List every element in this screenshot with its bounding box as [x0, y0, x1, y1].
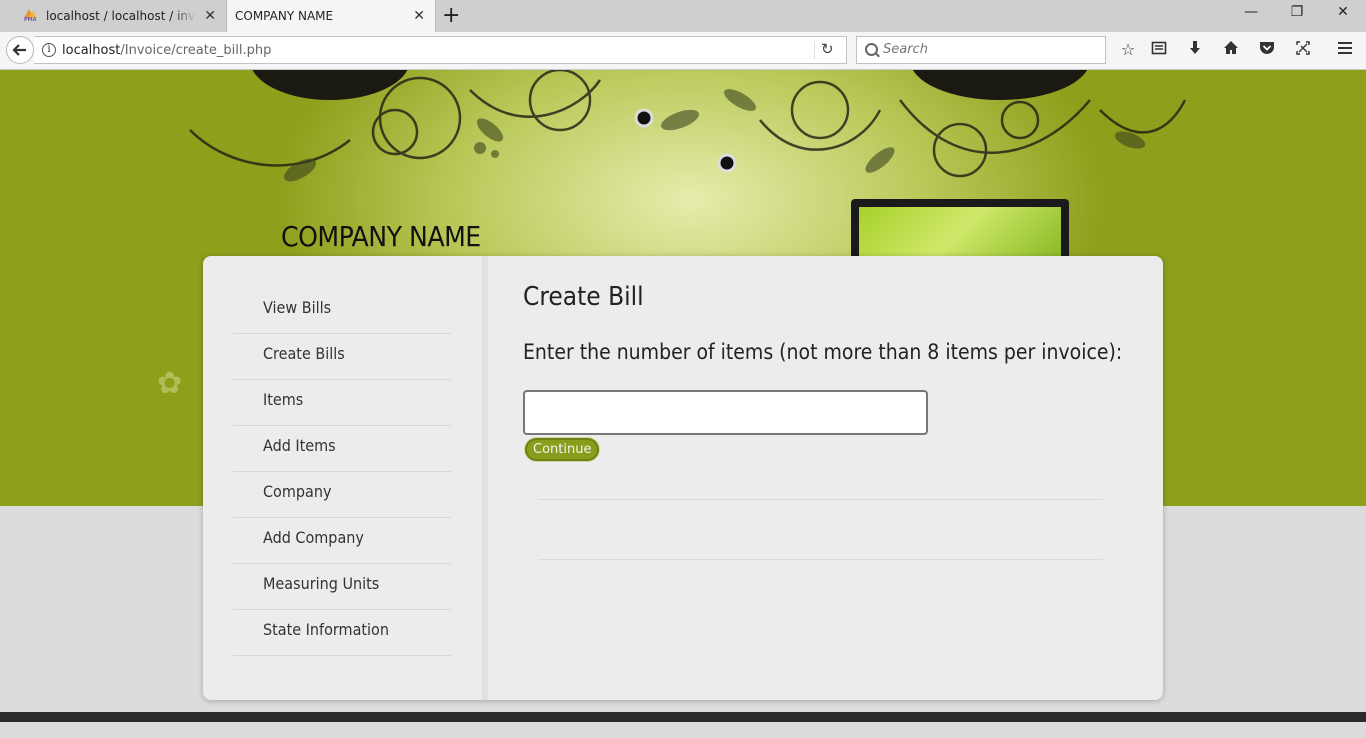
sidebar-item-measuring-units: Measuring Units	[233, 564, 451, 610]
site-info-icon[interactable]: i	[42, 43, 56, 57]
window-close-button[interactable]: ✕	[1333, 4, 1353, 20]
tab-label: localhost / localhost / invoic	[46, 9, 196, 23]
company-name-heading: COMPANY NAME	[281, 220, 481, 253]
nav-link-add-company[interactable]: Add Company	[263, 528, 364, 547]
sidebar-nav: View Bills Create Bills Items Add Items …	[203, 256, 488, 700]
sidebar-item-company: Company	[233, 472, 451, 518]
search-input[interactable]	[883, 42, 1083, 57]
search-box[interactable]	[856, 36, 1106, 64]
search-icon	[865, 43, 878, 56]
reload-icon[interactable]: ↻	[821, 40, 834, 58]
url-host: localhost	[62, 43, 121, 58]
tab-phpmyadmin[interactable]: PMA localhost / localhost / invoic ✕	[0, 0, 226, 32]
restore-button[interactable]: ❐	[1287, 4, 1307, 20]
tab-company-name[interactable]: COMPANY NAME ✕	[226, 0, 436, 32]
divider	[538, 559, 1103, 560]
footer-bar	[0, 712, 1366, 722]
nav-link-state-information[interactable]: State Information	[263, 620, 389, 639]
url-divider	[814, 41, 815, 59]
sidebar-item-add-company: Add Company	[233, 518, 451, 564]
nav-link-view-bills[interactable]: View Bills	[263, 298, 331, 317]
new-tab-button[interactable]: +	[442, 3, 460, 29]
tab-strip: PMA localhost / localhost / invoic ✕ COM…	[0, 0, 1366, 32]
main-card: View Bills Create Bills Items Add Items …	[203, 256, 1163, 700]
menu-icon[interactable]	[1335, 40, 1355, 60]
divider	[538, 499, 1103, 500]
minimize-button[interactable]: —	[1241, 4, 1261, 20]
back-button[interactable]	[6, 36, 34, 64]
floral-decoration	[189, 70, 1187, 182]
nav-link-items[interactable]: Items	[263, 390, 303, 409]
navigation-toolbar: i localhost/Invoice/create_bill.php ↻ ☆	[0, 32, 1366, 70]
url-text: localhost/Invoice/create_bill.php	[62, 43, 271, 58]
pocket-icon[interactable]	[1257, 40, 1277, 60]
item-count-input[interactable]	[523, 390, 928, 435]
sidebar-item-state-information: State Information	[233, 610, 451, 656]
continue-button[interactable]: Continue	[525, 438, 600, 461]
nav-link-measuring-units[interactable]: Measuring Units	[263, 574, 379, 593]
sidebar-item-add-items: Add Items	[233, 426, 451, 472]
sidebar-item-create-bills: Create Bills	[233, 334, 451, 380]
close-tab-icon[interactable]: ✕	[204, 8, 216, 24]
item-count-label: Enter the number of items (not more than…	[523, 340, 1123, 364]
footer-strip	[0, 722, 1366, 738]
sidebar-item-items: Items	[233, 380, 451, 426]
screenshot-icon[interactable]	[1293, 40, 1313, 60]
content-area: Create Bill Enter the number of items (n…	[493, 256, 1163, 700]
tab-label: COMPANY NAME	[235, 9, 334, 23]
reader-list-icon[interactable]	[1149, 40, 1169, 60]
nav-link-add-items[interactable]: Add Items	[263, 436, 336, 455]
sidebar-item-view-bills: View Bills	[233, 288, 451, 334]
nav-link-company[interactable]: Company	[263, 482, 331, 501]
page-title: Create Bill	[523, 282, 644, 312]
close-tab-icon[interactable]: ✕	[413, 8, 425, 24]
flower-decoration: ✿	[157, 366, 183, 401]
nav-link-create-bills[interactable]: Create Bills	[263, 344, 345, 363]
address-bar[interactable]: i localhost/Invoice/create_bill.php ↻	[34, 36, 847, 64]
download-icon[interactable]	[1185, 40, 1205, 60]
home-icon[interactable]	[1221, 40, 1241, 60]
url-path: /Invoice/create_bill.php	[120, 43, 272, 58]
web-page: COMPANY NAME ✿ View Bills Create Bills I…	[0, 70, 1366, 738]
bookmark-star-icon[interactable]: ☆	[1118, 40, 1138, 60]
phpmyadmin-icon: PMA	[24, 9, 38, 23]
back-arrow-icon	[12, 44, 26, 56]
